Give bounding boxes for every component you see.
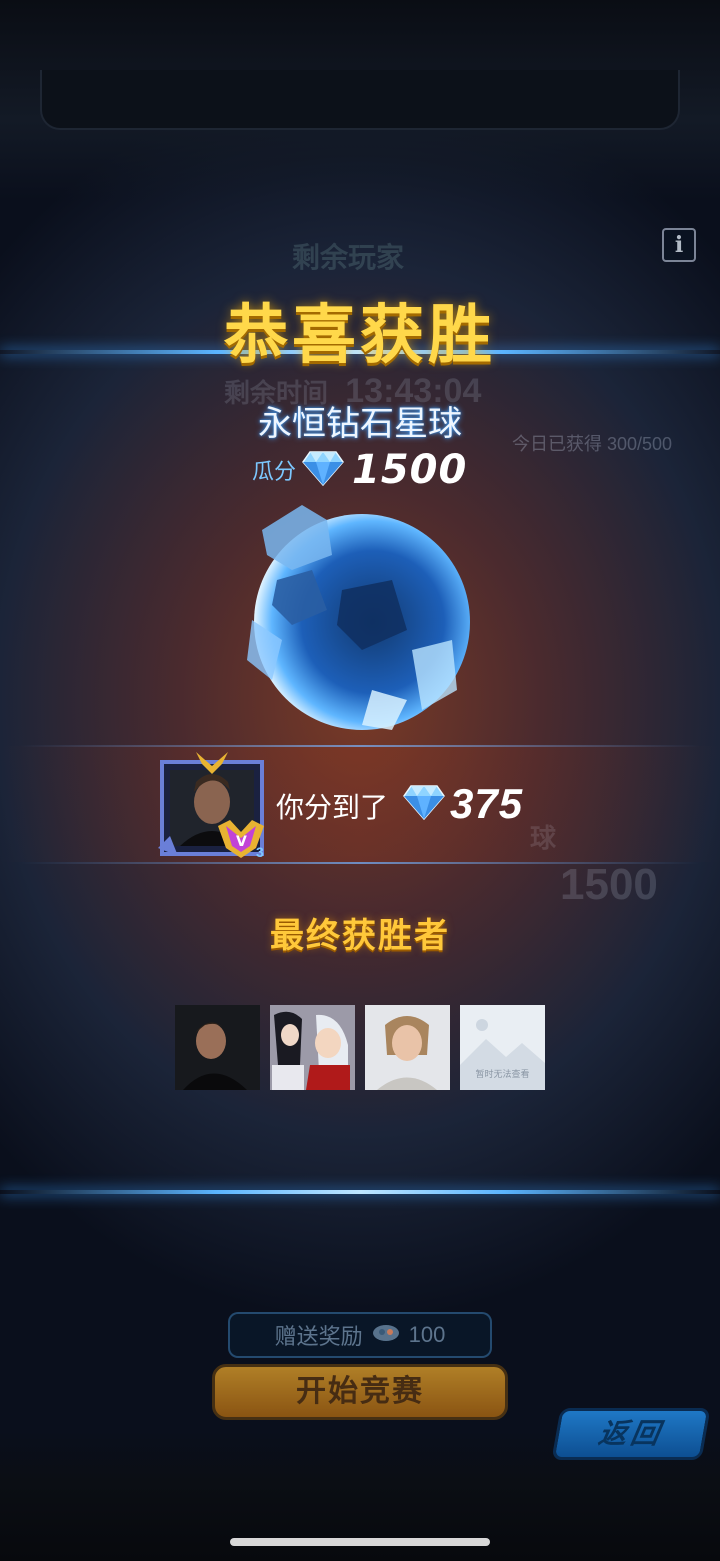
winner-avatar-4[interactable]: 暂时无法查看 bbox=[460, 1005, 545, 1090]
winners-list: 暂时无法查看 bbox=[175, 1005, 545, 1090]
gift-value: 100 bbox=[408, 1322, 446, 1347]
divider-top bbox=[20, 745, 700, 747]
divider-bottom bbox=[20, 862, 700, 864]
winner-avatar-3[interactable] bbox=[365, 1005, 450, 1090]
diamond-planet-image bbox=[232, 500, 482, 740]
player-avatar[interactable]: V 3 bbox=[158, 752, 268, 860]
you-got-value: 375 bbox=[450, 780, 524, 827]
planet-name: 永恒钻石星球 bbox=[258, 405, 462, 443]
start-competition-button[interactable]: 开始竞赛 bbox=[212, 1364, 508, 1420]
diamond-icon bbox=[302, 450, 344, 491]
svg-text:V: V bbox=[236, 834, 247, 850]
back-button[interactable]: 返回 bbox=[551, 1408, 711, 1460]
vip-badge-icon: V 3 bbox=[216, 816, 266, 860]
gift-reward-box: 赠送奖励 100 bbox=[228, 1312, 492, 1358]
bg-value-number: 1500 bbox=[560, 860, 658, 909]
bg-remaining-players-label: 剩余玩家 bbox=[292, 242, 405, 273]
bg-value: 球 1500 bbox=[530, 823, 658, 910]
you-got-label: 你分到了 bbox=[276, 792, 389, 823]
share-value: 1500 bbox=[352, 447, 468, 493]
bottom-glow-line bbox=[0, 1190, 720, 1194]
winner-avatar-1[interactable] bbox=[175, 1005, 260, 1090]
winners-title: 最终获胜者 bbox=[270, 917, 450, 955]
winner-avatar-2[interactable] bbox=[270, 1005, 355, 1090]
top-frame bbox=[0, 0, 720, 200]
gift-label: 赠送奖励 bbox=[274, 1324, 363, 1349]
vip-level: 3 bbox=[256, 844, 264, 860]
share-label: 瓜分 bbox=[252, 459, 297, 484]
info-icon[interactable]: i bbox=[662, 228, 696, 262]
winner-unavailable-text: 暂时无法查看 bbox=[475, 1069, 530, 1079]
share-row: 瓜分 1500 bbox=[252, 447, 468, 493]
home-indicator[interactable] bbox=[230, 1538, 490, 1546]
rocket-icon bbox=[371, 1320, 401, 1350]
diamond-icon bbox=[403, 784, 445, 825]
victory-title: 恭喜获胜 bbox=[224, 299, 496, 371]
